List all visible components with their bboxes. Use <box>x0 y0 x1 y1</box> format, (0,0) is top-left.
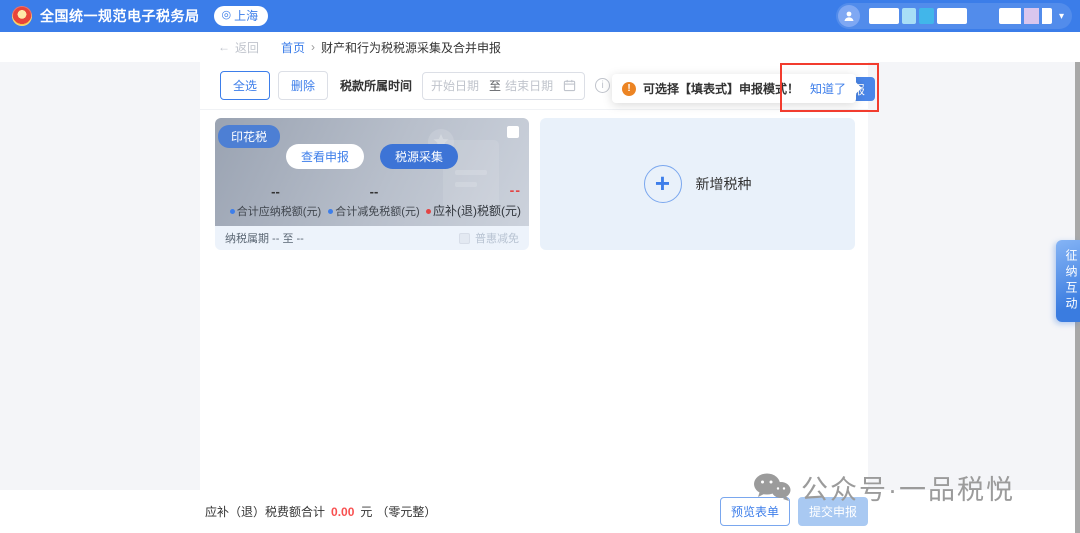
breadcrumb-home[interactable]: 首页 <box>281 39 305 56</box>
date-range-picker[interactable]: 至 <box>422 72 585 100</box>
back-button[interactable]: ← 返回 <box>218 39 259 56</box>
brand: 全国统一规范电子税务局 ◎ 上海 <box>12 6 268 26</box>
add-tax-type-label: 新增税种 <box>696 174 752 194</box>
total-unit: 元 <box>360 503 372 520</box>
location-label: 上海 <box>234 7 258 24</box>
benefit-reduction-control: 普惠减免 <box>459 230 519 246</box>
tax-card-checkbox[interactable] <box>507 126 519 138</box>
stamp-tax-card-main: 印花税 查看申报 税源采集 -- 合计应纳税额(元) <box>215 118 529 226</box>
breadcrumb-current: 财产和行为税税源采集及合并申报 <box>321 39 501 56</box>
location-pin-icon: ◎ <box>222 10 232 21</box>
view-declaration-button[interactable]: 查看申报 <box>286 144 364 169</box>
interaction-side-tab[interactable]: 征纳互动 <box>1056 240 1080 322</box>
watermark: 公众号·一品税悦 <box>752 468 1015 507</box>
screen: 全国统一规范电子税务局 ◎ 上海 ▾ ← 返回 首页 › <box>0 0 1080 533</box>
back-arrow-icon: ← <box>218 40 230 54</box>
date-to-label: 至 <box>489 77 501 94</box>
breadcrumb: ← 返回 首页 › 财产和行为税税源采集及合并申报 <box>0 32 1080 62</box>
app-title: 全国统一规范电子税务局 <box>40 6 200 26</box>
plus-icon: + <box>644 165 682 203</box>
total-value: 0.00 <box>331 505 354 519</box>
spacer <box>970 8 996 24</box>
tax-period-label: 税款所属时间 <box>340 77 412 94</box>
calendar-icon[interactable] <box>563 79 576 92</box>
total-label: 应补（退）税费额合计 <box>205 503 325 520</box>
redacted-block <box>919 8 934 24</box>
tax-cards-row: 印花税 查看申报 税源采集 -- 合计应纳税额(元) <box>200 110 868 250</box>
stat-total-reduction: -- 合计减免税额(元) <box>322 184 426 219</box>
benefit-label: 普惠减免 <box>475 230 519 246</box>
stamp-tax-card: 印花税 查看申报 税源采集 -- 合计应纳税额(元) <box>215 118 529 250</box>
tax-period-text: 纳税属期 -- 至 -- <box>225 230 304 246</box>
chevron-down-icon[interactable]: ▾ <box>1059 11 1064 22</box>
back-label: 返回 <box>235 39 259 56</box>
tax-card-stats: -- 合计应纳税额(元) -- 合计减免税额(元) -- 应补(退)税额(元) <box>229 182 523 219</box>
redacted-block <box>1042 8 1052 24</box>
wechat-icon <box>752 472 792 504</box>
content-area: 全选 删除 税款所属时间 至 i ! 可选择【填表式】申报模式！ 知道了 <box>0 62 1080 490</box>
location-pill[interactable]: ◎ 上海 <box>214 6 269 26</box>
amount-in-words: （零元整） <box>376 503 436 520</box>
stamp-tax-card-footer: 纳税属期 -- 至 -- 普惠减免 <box>215 226 529 250</box>
end-date-input[interactable] <box>505 79 559 93</box>
stat-supplement-refund: -- 应补(退)税额(元) <box>426 182 523 219</box>
red-dot-icon <box>426 209 431 214</box>
benefit-checkbox[interactable] <box>459 233 470 244</box>
user-avatar-icon <box>838 5 860 27</box>
start-date-input[interactable] <box>431 79 485 93</box>
select-all-button[interactable]: 全选 <box>220 71 270 100</box>
redacted-block <box>902 8 916 24</box>
user-area[interactable]: ▾ <box>836 3 1072 29</box>
watermark-text: 公众号·一品税悦 <box>801 468 1015 507</box>
tax-bureau-emblem-icon <box>12 6 32 26</box>
tooltip-dismiss-link[interactable]: 知道了 <box>810 80 846 97</box>
redacted-block <box>937 8 967 24</box>
tooltip-message: 可选择【填表式】申报模式！ <box>643 80 799 97</box>
delete-button[interactable]: 删除 <box>278 71 328 100</box>
info-icon[interactable]: i <box>595 78 610 93</box>
app-header: 全国统一规范电子税务局 ◎ 上海 ▾ <box>0 0 1080 32</box>
blue-dot-icon <box>230 209 235 214</box>
filter-toolbar: 全选 删除 税款所属时间 至 i ! 可选择【填表式】申报模式！ 知道了 <box>200 62 868 110</box>
warning-icon: ! <box>622 82 636 96</box>
breadcrumb-separator: › <box>311 40 315 54</box>
tax-card-buttons: 查看申报 税源采集 <box>215 144 529 169</box>
redacted-block <box>999 8 1021 24</box>
mode-hint-tooltip: ! 可选择【填表式】申报模式！ 知道了 <box>612 74 856 103</box>
source-collection-button[interactable]: 税源采集 <box>380 144 458 169</box>
total-amount: 应补（退）税费额合计 0.00 元 （零元整） <box>205 503 436 520</box>
blue-dot-icon <box>328 209 333 214</box>
main-panel: 全选 删除 税款所属时间 至 i ! 可选择【填表式】申报模式！ 知道了 <box>200 62 868 490</box>
add-tax-type-card[interactable]: + 新增税种 <box>540 118 855 250</box>
redacted-block <box>1024 8 1039 24</box>
stat-total-payable: -- 合计应纳税额(元) <box>229 184 322 219</box>
redacted-block <box>869 8 899 24</box>
